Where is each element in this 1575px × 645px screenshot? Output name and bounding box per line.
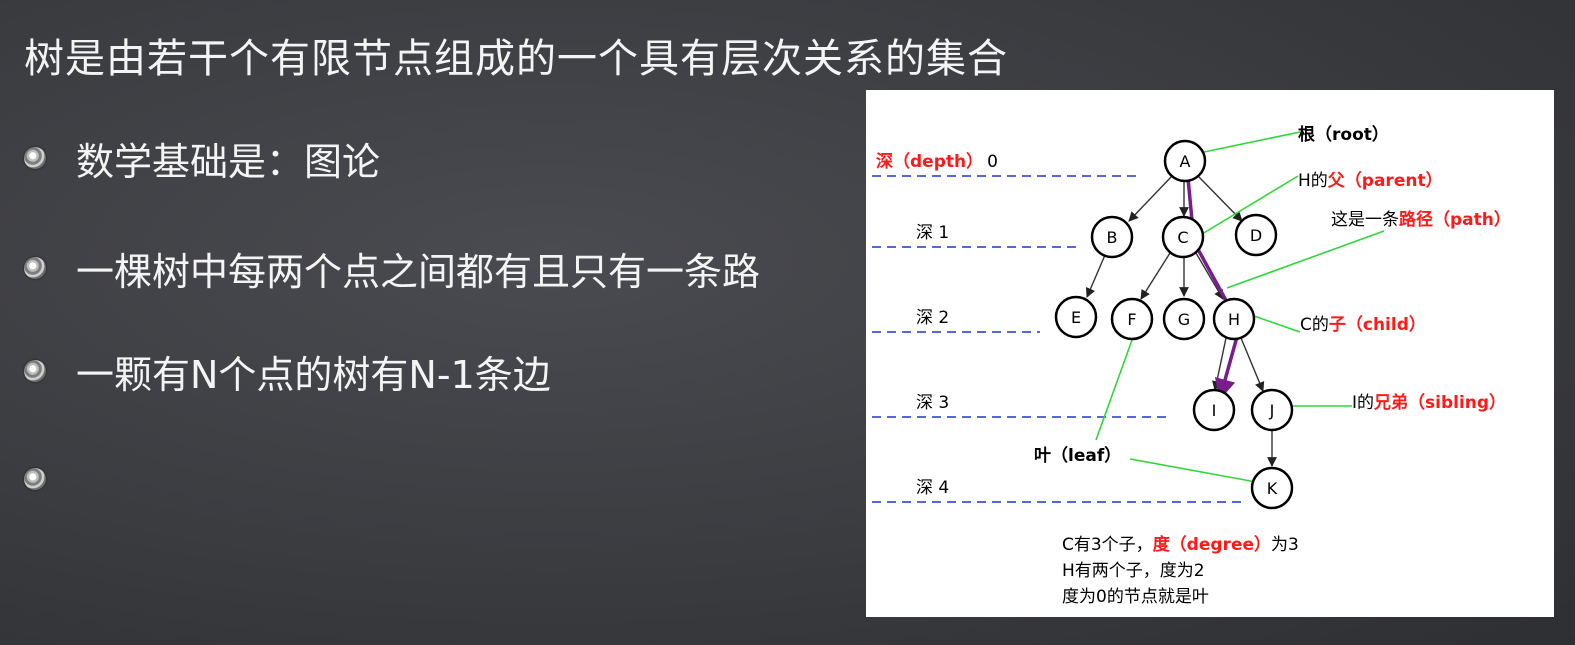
tree-diagram-panel: 深（depth）0 深 1 深 2 深 3 深 4 A B C D E F G (866, 90, 1554, 617)
bullet-item: 一棵树中每两个点之间都有且只有一条路 (24, 243, 761, 294)
label-leaf: 叶（leaf） (1034, 445, 1121, 466)
pointer-leaf-k (1129, 458, 1257, 483)
svg-text:B: B (1107, 228, 1118, 247)
tree-diagram: 深（depth）0 深 1 深 2 深 3 深 4 A B C D E F G (872, 124, 1511, 607)
edge-h-j (1240, 337, 1265, 392)
node-h: H (1212, 297, 1256, 341)
bullet-icon (24, 257, 46, 279)
label-sibling: I的兄弟（sibling） (1352, 392, 1506, 413)
note-line-3: 度为0的节点就是叶 (1062, 587, 1209, 607)
depth-label-4: 深 4 (916, 478, 949, 498)
depth-label-2: 深 2 (916, 308, 949, 328)
bullet-icon (24, 147, 46, 169)
node-i: I (1192, 388, 1236, 432)
depth-label-3: 深 3 (916, 393, 949, 413)
label-child: C的子（child） (1300, 314, 1426, 335)
label-path: 这是一条路径（path） (1331, 209, 1511, 230)
pointer-root (1203, 131, 1301, 153)
svg-text:G: G (1178, 310, 1190, 329)
svg-text:H: H (1228, 310, 1240, 329)
pointer-child (1253, 315, 1301, 333)
node-k: K (1250, 466, 1294, 510)
node-d: D (1234, 213, 1278, 257)
svg-text:A: A (1180, 152, 1191, 171)
node-a: A (1163, 139, 1207, 183)
label-root: 根（root） (1298, 124, 1389, 145)
bullet-text: 数学基础是：图论 (76, 139, 381, 184)
depth-label-0: 深（depth） 0 (876, 151, 998, 172)
svg-text:K: K (1267, 479, 1278, 498)
edge-c-h (1195, 252, 1224, 300)
svg-text:I: I (1212, 401, 1217, 420)
depth-label-1: 深 1 (916, 223, 949, 243)
bullet-text: 一颗有N个点的树有N-1条边 (76, 352, 551, 397)
bullet-icon (24, 360, 46, 382)
edge-b-e (1085, 254, 1106, 298)
node-f: F (1110, 297, 1154, 341)
node-g: G (1162, 297, 1206, 341)
node-c: C (1161, 215, 1205, 259)
svg-text:F: F (1127, 310, 1136, 329)
node-e: E (1054, 295, 1098, 339)
bullet-item: 数学基础是：图论 (24, 133, 381, 184)
node-j: J (1250, 388, 1294, 432)
node-b: B (1090, 215, 1134, 259)
bullet-text: 一棵树中每两个点之间都有且只有一条路 (76, 249, 761, 294)
bullet-item (24, 454, 76, 504)
bullet-item: 一颗有N个点的树有N-1条边 (24, 346, 551, 397)
slide-title: 树是由若干个有限节点组成的一个具有层次关系的集合 (24, 36, 1008, 82)
edge-a-b (1128, 175, 1173, 222)
bullet-icon (24, 468, 46, 490)
svg-text:C: C (1177, 228, 1188, 247)
note-line-1: C有3个子，度（degree）为3 (1062, 534, 1299, 555)
label-parent: H的父（parent） (1298, 170, 1443, 191)
svg-text:J: J (1269, 401, 1275, 420)
svg-text:D: D (1250, 226, 1262, 245)
pointer-leaf-f (1095, 339, 1133, 441)
svg-text:E: E (1071, 308, 1081, 327)
edge-c-f (1140, 252, 1171, 300)
note-line-2: H有两个子，度为2 (1062, 561, 1205, 581)
